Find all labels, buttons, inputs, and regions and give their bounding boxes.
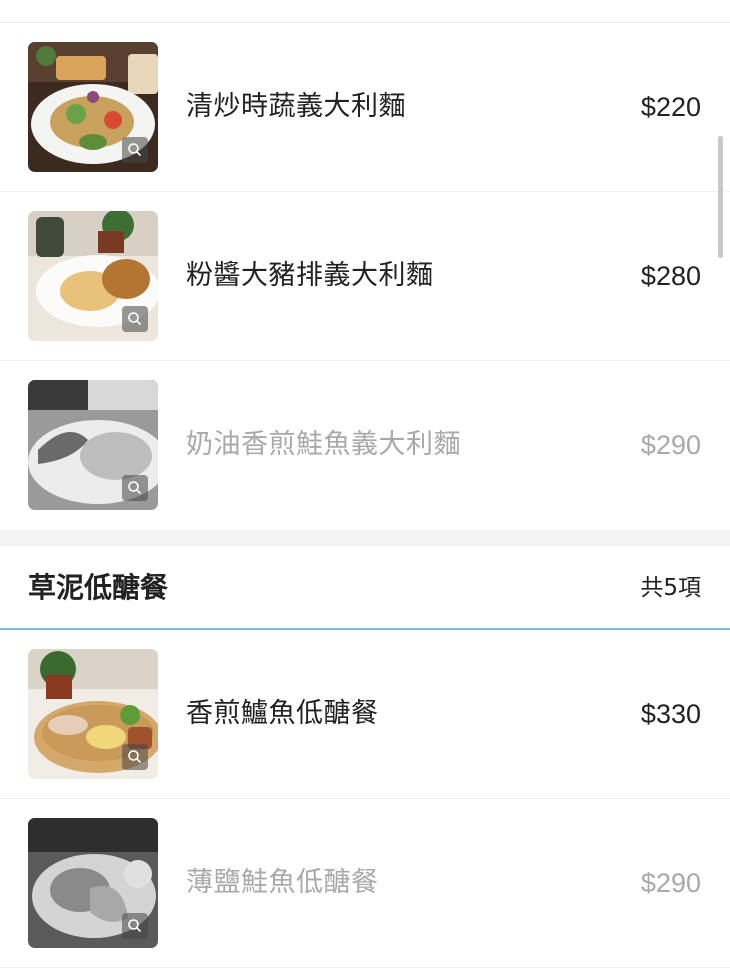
section-header: 草泥低醣餐 共5項: [0, 546, 730, 630]
zoom-icon[interactable]: [122, 137, 148, 163]
menu-item[interactable]: 香煎鱸魚低醣餐 $330: [0, 630, 730, 799]
previous-item-edge: [0, 0, 730, 23]
item-price: $290: [640, 868, 701, 898]
dish-photo[interactable]: [28, 649, 158, 779]
scrollbar-thumb[interactable]: [718, 136, 723, 258]
menu-item-unavailable[interactable]: 薄鹽鮭魚低醣餐 $290: [0, 799, 730, 968]
item-price: $220: [640, 92, 701, 122]
section-title: 草泥低醣餐: [28, 571, 169, 604]
item-name: 薄鹽鮭魚低醣餐: [186, 867, 379, 898]
zoom-icon[interactable]: [122, 913, 148, 939]
item-price: $290: [640, 430, 701, 460]
dish-photo[interactable]: [28, 211, 158, 341]
menu-item[interactable]: 清炒時蔬義大利麵 $220: [0, 23, 730, 192]
zoom-icon[interactable]: [122, 475, 148, 501]
section-item-count: 共5項: [640, 575, 701, 601]
item-price: $280: [640, 261, 701, 291]
zoom-icon[interactable]: [122, 306, 148, 332]
menu-item-unavailable[interactable]: 奶油香煎鮭魚義大利麵 $290: [0, 361, 730, 529]
section-gap: [0, 530, 730, 546]
item-name: 香煎鱸魚低醣餐: [186, 698, 379, 729]
menu-item[interactable]: 粉醬大豬排義大利麵 $280: [0, 192, 730, 361]
item-name: 粉醬大豬排義大利麵: [186, 260, 434, 291]
dish-photo[interactable]: [28, 818, 158, 948]
dish-photo[interactable]: [28, 42, 158, 172]
dish-photo[interactable]: [28, 380, 158, 510]
item-name: 清炒時蔬義大利麵: [186, 91, 406, 122]
item-name: 奶油香煎鮭魚義大利麵: [186, 429, 461, 460]
item-price: $330: [640, 699, 701, 729]
zoom-icon[interactable]: [122, 744, 148, 770]
